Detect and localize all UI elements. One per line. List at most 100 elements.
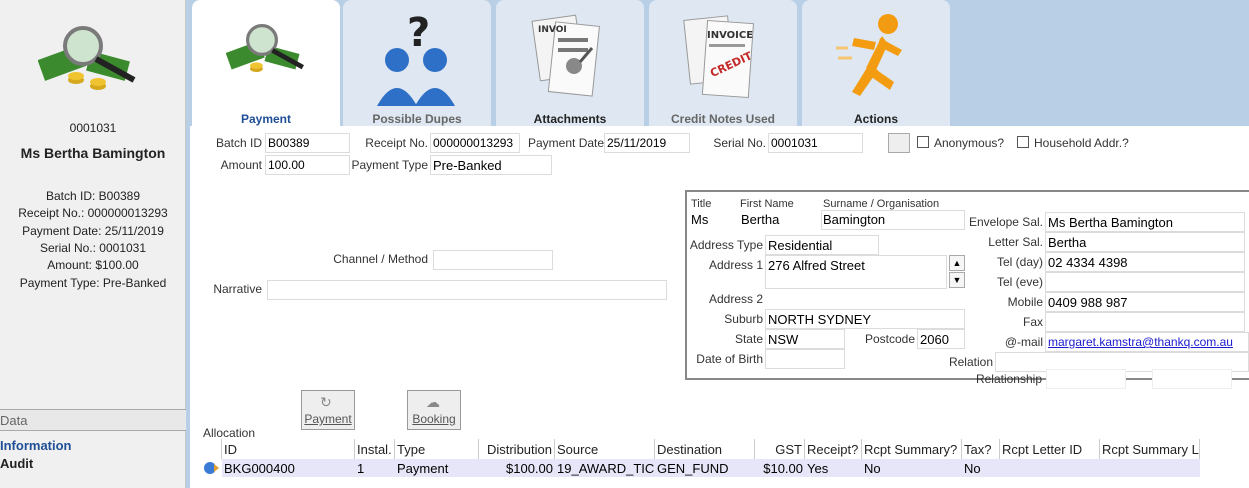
batch-id-label: Batch ID — [215, 136, 262, 150]
sidebar-amount: Amount: $100.00 — [47, 258, 139, 272]
grid-header[interactable]: Rcpt Summary? — [862, 439, 962, 459]
sidebar-link-audit[interactable]: Audit — [0, 456, 33, 471]
grid-header[interactable]: Source — [555, 439, 655, 459]
state-field[interactable]: NSW — [765, 329, 845, 349]
grid-header[interactable]: Receipt? — [805, 439, 862, 459]
allocation-grid: ID Instal. Type Distribution Source Dest… — [200, 439, 1200, 488]
table-cell[interactable]: 19_AWARD_TIC — [555, 459, 655, 477]
sidebar-serial-no: Serial No.: 0001031 — [39, 241, 147, 255]
tel-day-label: Tel (day) — [996, 255, 1043, 269]
sidebar: 0001031 Ms Bertha Bamington Batch ID: B0… — [0, 0, 186, 488]
booking-button[interactable]: ☁ Booking — [407, 390, 461, 430]
running-man-icon — [836, 14, 902, 96]
lookup-button[interactable] — [888, 133, 910, 153]
first-name-field[interactable]: Bertha — [739, 210, 819, 230]
envelope-sal-label: Envelope Sal. — [968, 215, 1043, 229]
address1-field[interactable]: 276 Alfred Street — [765, 255, 947, 289]
receipt-no-label: Receipt No. — [365, 136, 428, 150]
tab-payment[interactable]: Payment — [192, 0, 340, 126]
sidebar-payment-date: Payment Date: 25/11/2019 — [22, 224, 164, 238]
date-of-birth-label: Date of Birth — [696, 352, 763, 366]
tab-actions[interactable]: Actions — [802, 0, 950, 126]
table-cell[interactable]: BKG000400 — [222, 459, 355, 477]
tab-label: Possible Dupes — [372, 112, 462, 126]
suburb-field[interactable]: NORTH SYDNEY — [765, 309, 965, 329]
tab-label: Actions — [853, 112, 898, 126]
receipt-no-field[interactable]: 000000013293 — [430, 133, 520, 153]
money-magnifier-icon — [38, 26, 136, 90]
channel-method-field[interactable] — [433, 250, 553, 270]
table-cell[interactable]: GEN_FUND — [655, 459, 755, 477]
table-cell[interactable]: Yes — [805, 459, 862, 477]
title-field[interactable]: Ms — [689, 210, 737, 230]
sidebar-data-header: Data — [0, 409, 186, 431]
refresh-icon: ↻ — [320, 394, 332, 410]
mobile-label: Mobile — [1007, 295, 1043, 309]
grid-header[interactable]: Destination — [655, 439, 755, 459]
narrative-label: Narrative — [213, 282, 262, 296]
grid-header[interactable]: Rcpt Summary L — [1100, 439, 1200, 459]
household-addr-checkbox[interactable] — [1017, 136, 1029, 148]
invoice-credit-icon: INVOICE CREDIT — [683, 15, 755, 99]
serial-no-label: Serial No. — [713, 136, 766, 150]
sidebar-receipt-no: Receipt No.: 000000013293 — [18, 206, 168, 220]
table-cell[interactable]: Payment — [395, 459, 479, 477]
tel-day-field[interactable]: 02 4334 4398 — [1045, 252, 1245, 272]
tel-eve-field[interactable] — [1045, 272, 1245, 292]
sidebar-serial: 0001031 — [69, 121, 117, 135]
grid-header[interactable]: Type — [395, 439, 479, 459]
batch-id-field[interactable]: B00389 — [265, 133, 350, 153]
channel-method-label: Channel / Method — [333, 252, 428, 266]
email-field[interactable]: margaret.kamstra@thankq.com.au — [1045, 332, 1249, 352]
payment-type-label: Payment Type — [351, 158, 429, 172]
envelope-sal-field[interactable]: Ms Bertha Bamington — [1045, 212, 1245, 232]
grid-header[interactable]: Tax? — [962, 439, 1000, 459]
relationship-field-2[interactable] — [1152, 369, 1232, 389]
table-cell[interactable]: No — [962, 459, 1000, 477]
anonymous-checkbox[interactable] — [917, 136, 929, 148]
sidebar-link-information[interactable]: Information — [0, 438, 72, 453]
amount-label: Amount — [220, 158, 262, 172]
grid-header[interactable]: Distribution — [479, 439, 555, 459]
row-indicator[interactable] — [200, 459, 222, 477]
mobile-field[interactable]: 0409 988 987 — [1045, 292, 1245, 312]
payment-date-label: Payment Date — [528, 136, 605, 150]
table-cell[interactable]: $100.00 — [479, 459, 555, 477]
address-type-field[interactable]: Residential — [765, 235, 879, 255]
amount-field[interactable]: 100.00 — [265, 155, 350, 175]
payment-type-field[interactable]: Pre-Banked — [430, 155, 552, 175]
date-of-birth-field[interactable] — [765, 349, 845, 369]
sidebar-batch-id: Batch ID: B00389 — [45, 189, 141, 203]
table-cell[interactable] — [1000, 459, 1100, 477]
grid-header[interactable]: Instal. — [355, 439, 395, 459]
address2-field[interactable] — [765, 290, 965, 310]
letter-sal-label: Letter Sal. — [988, 235, 1043, 249]
svg-text:INVOICE: INVOICE — [707, 30, 753, 41]
email-label: @-mail — [1004, 335, 1043, 349]
allocation-label: Allocation — [203, 426, 256, 440]
sidebar-contact-name: Ms Bertha Bamington — [20, 145, 166, 161]
table-cell[interactable] — [1100, 459, 1200, 477]
payment-date-field[interactable]: 25/11/2019 — [604, 133, 690, 153]
tab-credit-notes-used[interactable]: INVOICE CREDIT Credit Notes Used — [649, 0, 797, 126]
suburb-label: Suburb — [724, 312, 763, 326]
table-cell[interactable]: 1 — [355, 459, 395, 477]
payment-form: Batch ID B00389 Receipt No. 000000013293… — [190, 126, 1249, 488]
tab-bar: Payment ? Possible Dupes INVOI Attachmen… — [190, 0, 1249, 126]
payment-button[interactable]: ↻ Payment — [301, 390, 355, 430]
grid-header[interactable]: ID — [222, 439, 355, 459]
table-cell[interactable]: $10.00 — [755, 459, 805, 477]
relationship-field-1[interactable] — [1046, 369, 1126, 389]
tel-eve-label: Tel (eve) — [996, 275, 1043, 289]
surname-field[interactable]: Bamington — [821, 210, 965, 230]
address1-label: Address 1 — [708, 258, 763, 272]
grid-header[interactable]: Rcpt Letter ID — [1000, 439, 1100, 459]
serial-no-field[interactable]: 0001031 — [768, 133, 863, 153]
fax-field[interactable] — [1045, 312, 1245, 332]
grid-header[interactable]: GST — [755, 439, 805, 459]
tab-possible-dupes[interactable]: ? Possible Dupes — [343, 0, 491, 126]
narrative-field[interactable] — [267, 280, 667, 300]
tab-attachments[interactable]: INVOI Attachments — [496, 0, 644, 126]
letter-sal-field[interactable]: Bertha — [1045, 232, 1245, 252]
table-cell[interactable]: No — [862, 459, 962, 477]
